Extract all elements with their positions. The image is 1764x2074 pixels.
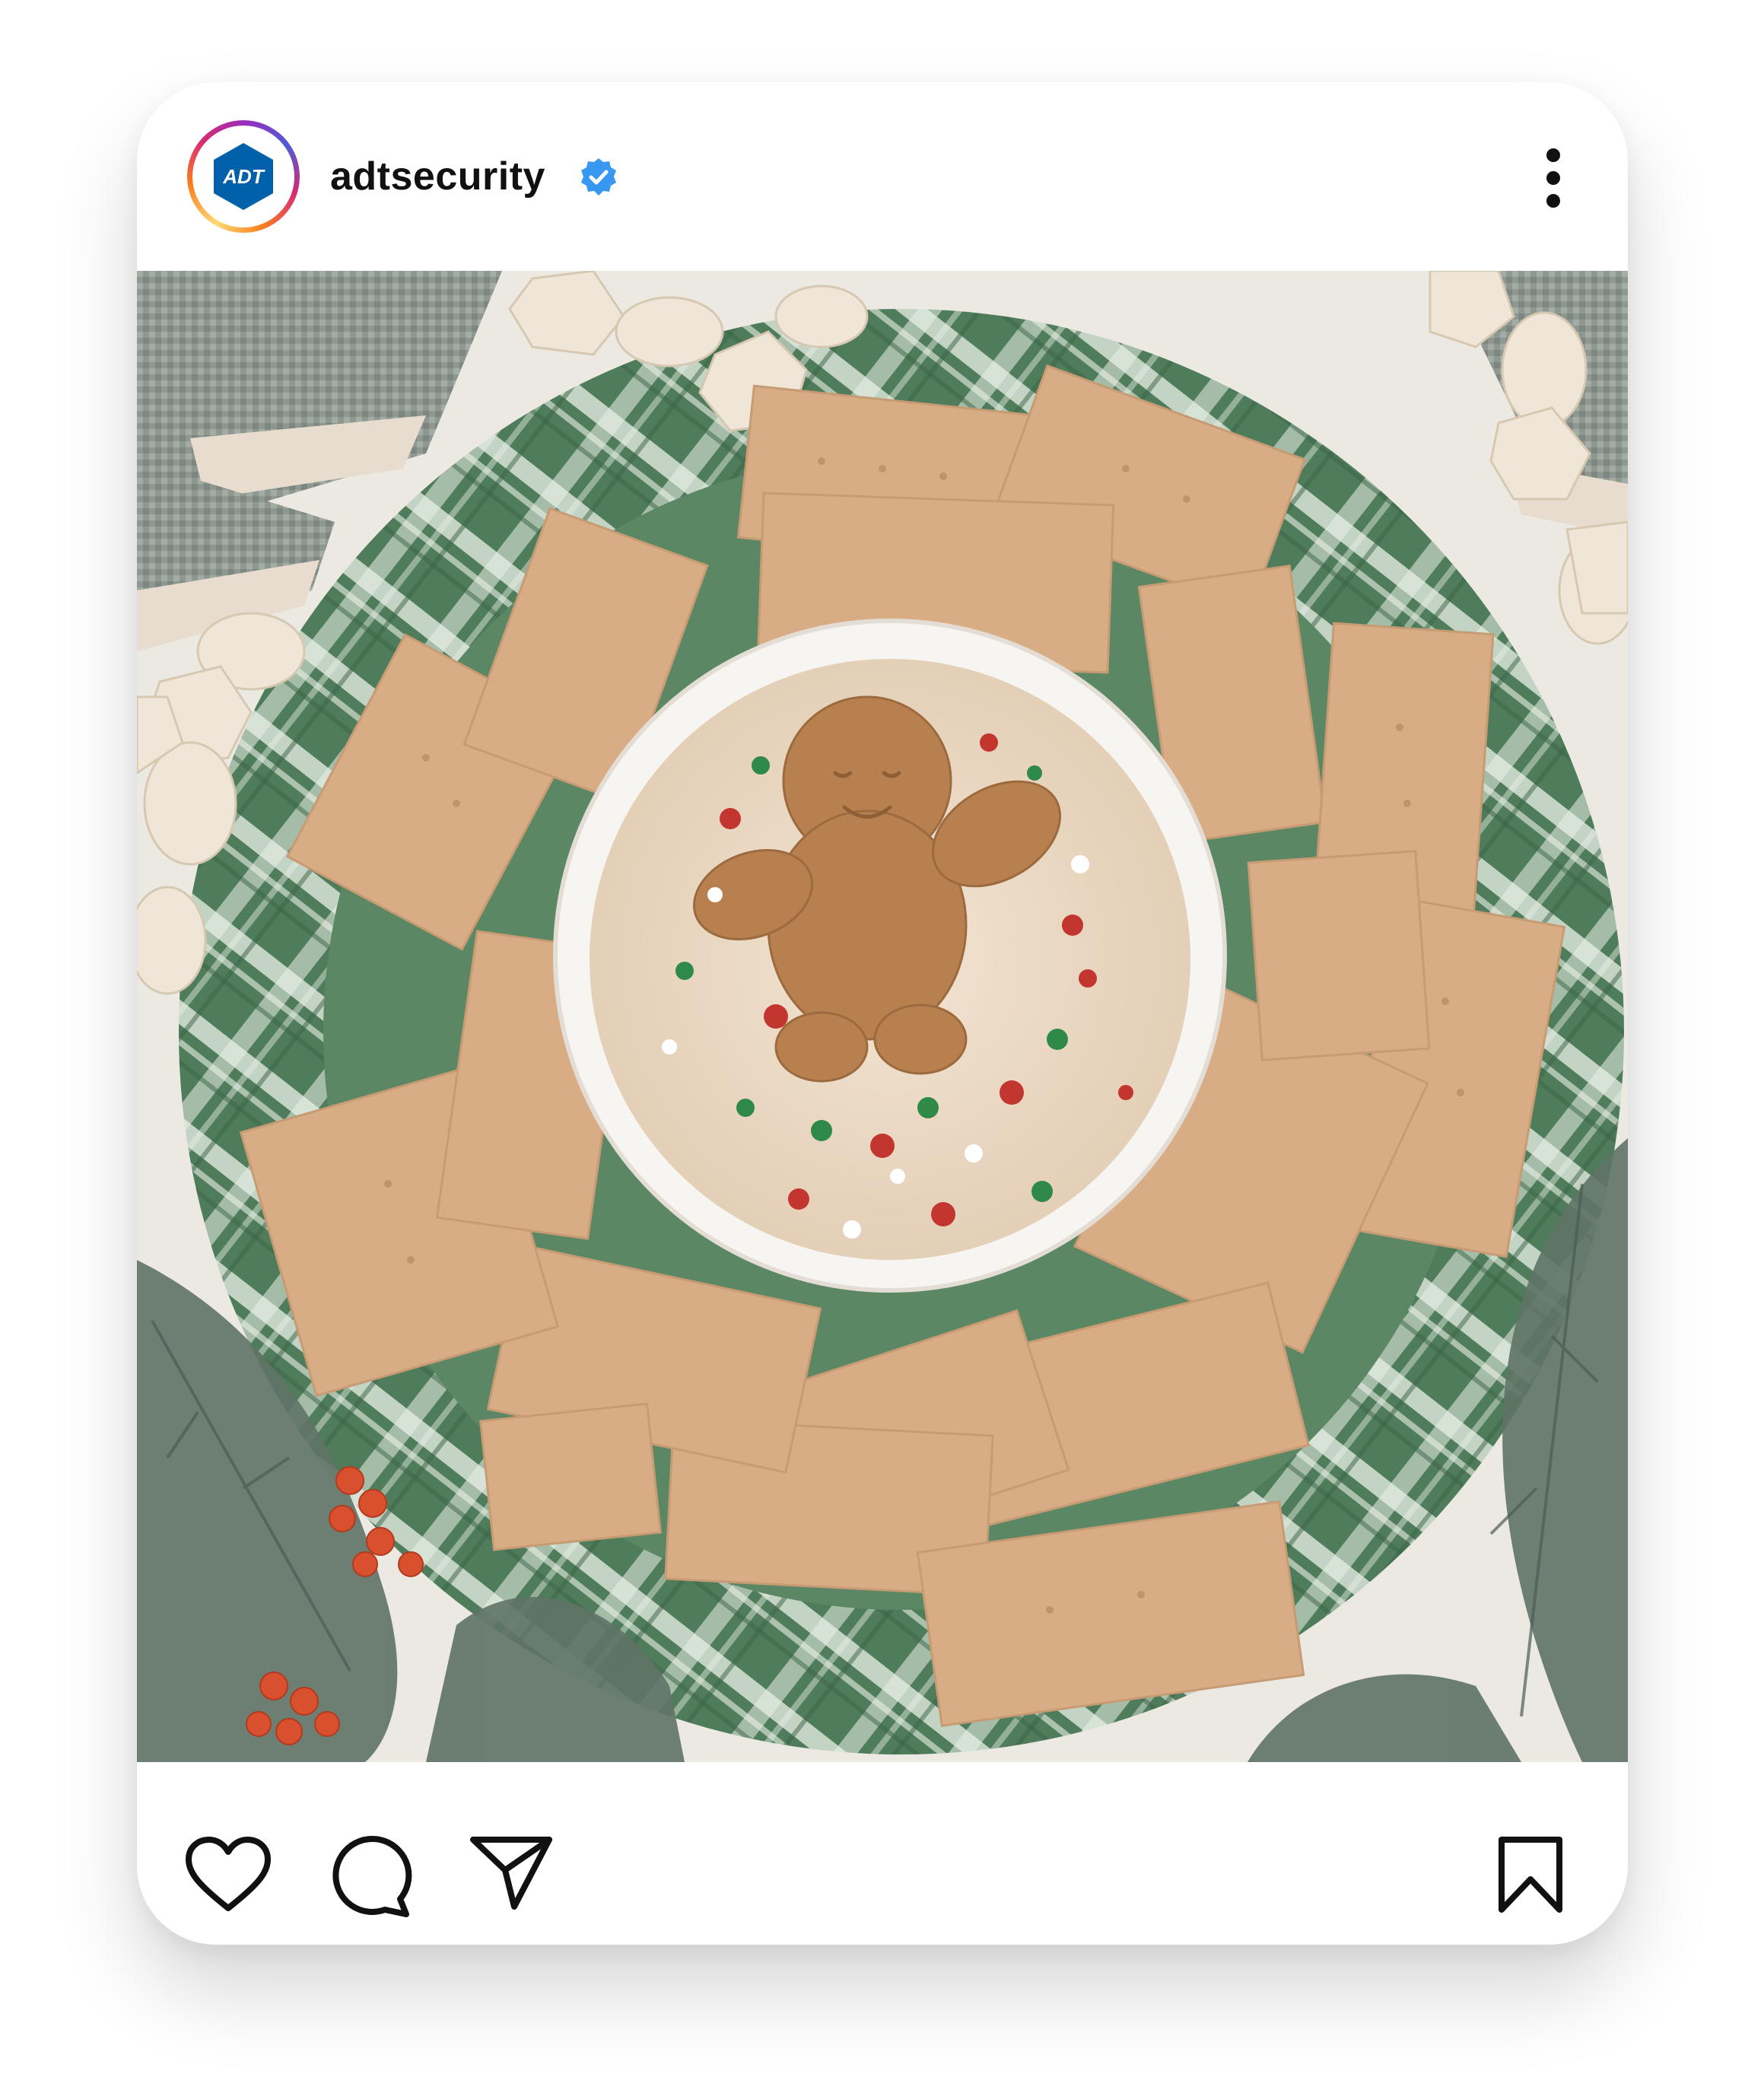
post-header: ADT adtsecurity [137,82,1628,271]
avatar[interactable]: ADT [187,120,300,233]
more-options-icon[interactable] [1534,146,1573,210]
heart-icon[interactable] [184,1835,272,1914]
post-image [137,271,1628,1762]
verified-badge-icon [581,158,616,196]
send-icon[interactable] [469,1835,554,1911]
bookmark-icon[interactable] [1495,1835,1565,1914]
post-actions [137,1762,1628,1945]
username[interactable]: adtsecurity [330,152,545,201]
post-photo[interactable] [137,271,1628,1762]
adt-logo-icon: ADT [202,135,284,218]
comment-icon[interactable] [327,1835,412,1917]
post-card: ADT adtsecurity [137,82,1628,1945]
svg-text:ADT: ADT [222,165,265,188]
